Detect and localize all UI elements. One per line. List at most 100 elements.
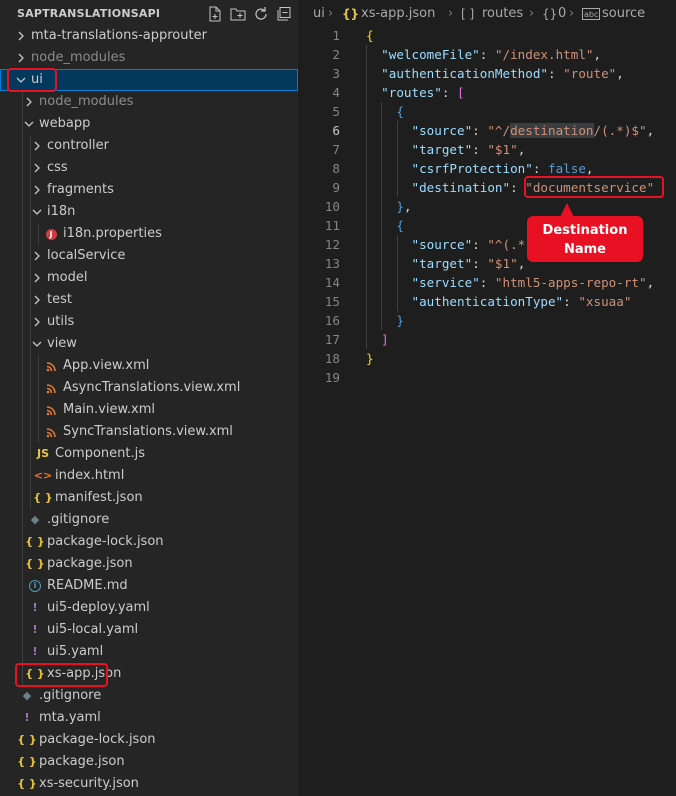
- breadcrumb-folder[interactable]: ui: [313, 0, 325, 28]
- indent-guide: [30, 289, 31, 311]
- tree-file[interactable]: ! ui5.yaml: [0, 641, 298, 663]
- chevron-right-icon[interactable]: [16, 31, 26, 41]
- chevron-right-icon[interactable]: [32, 273, 42, 283]
- breadcrumb-index[interactable]: 0: [558, 0, 566, 28]
- code-token: "source": [411, 237, 473, 252]
- breadcrumb-routes[interactable]: routes: [482, 0, 523, 28]
- tree-item-label: view: [47, 336, 77, 351]
- tree-folder[interactable]: utils: [0, 311, 298, 333]
- new-folder-icon[interactable]: [229, 5, 246, 22]
- indent-guide: [22, 377, 23, 399]
- indent-guide: [22, 311, 23, 333]
- tree-folder[interactable]: css: [0, 157, 298, 179]
- tree-folder[interactable]: controller: [0, 135, 298, 157]
- callout-line-1: Destination: [542, 223, 628, 238]
- indent-guide: [22, 333, 23, 355]
- tree-file[interactable]: ◆ .gitignore: [0, 685, 298, 707]
- line-number: 7: [332, 142, 340, 157]
- code-editor[interactable]: 1{2 "welcomeFile": "/index.html", 3 "auth…: [298, 26, 676, 387]
- tree-file[interactable]: { } xs-security.json: [0, 773, 298, 795]
- tree-file[interactable]: App.view.xml: [0, 355, 298, 377]
- tree-item-label: package-lock.json: [47, 534, 164, 549]
- line-number: 10: [324, 199, 340, 214]
- code-line[interactable]: 18}: [298, 349, 676, 368]
- tree-file[interactable]: ! mta.yaml: [0, 707, 298, 729]
- tree-file[interactable]: { } package-lock.json: [0, 729, 298, 751]
- code-line[interactable]: 17 ]: [298, 330, 676, 349]
- tree-folder[interactable]: webapp: [0, 113, 298, 135]
- chevron-right-icon[interactable]: [32, 317, 42, 327]
- code-token: :: [472, 123, 488, 138]
- chevron-right-icon[interactable]: [16, 53, 26, 63]
- breadcrumb-source[interactable]: source: [602, 0, 645, 28]
- code-token: ]: [381, 332, 389, 347]
- code-line[interactable]: 5 {: [298, 102, 676, 121]
- chevron-right-icon[interactable]: [32, 251, 42, 261]
- tree-folder[interactable]: i18n: [0, 201, 298, 223]
- chevron-right-icon[interactable]: [24, 97, 34, 107]
- tree-item-label: i18n: [47, 204, 76, 219]
- code-line[interactable]: 2 "welcomeFile": "/index.html",: [298, 45, 676, 64]
- tree-folder[interactable]: fragments: [0, 179, 298, 201]
- tree-folder[interactable]: view: [0, 333, 298, 355]
- callout-line-2: Name: [563, 242, 606, 257]
- tree-folder[interactable]: test: [0, 289, 298, 311]
- tree-file[interactable]: AsyncTranslations.view.xml: [0, 377, 298, 399]
- chevron-right-icon[interactable]: [32, 185, 42, 195]
- tree-item-label: node_modules: [31, 50, 126, 65]
- chevron-down-icon[interactable]: [32, 339, 42, 349]
- tree-file[interactable]: SyncTranslations.view.xml: [0, 421, 298, 443]
- code-line[interactable]: 19: [298, 368, 676, 387]
- tree-file[interactable]: ! ui5-local.yaml: [0, 619, 298, 641]
- chevron-right-icon[interactable]: [32, 295, 42, 305]
- indent-guide: [38, 223, 39, 245]
- line-text: "source": "^/destination/(.*)$",: [366, 121, 654, 140]
- tree-folder[interactable]: localService: [0, 245, 298, 267]
- tree-file[interactable]: Main.view.xml: [0, 399, 298, 421]
- tree-folder[interactable]: model: [0, 267, 298, 289]
- indent-guide: [30, 245, 31, 267]
- tree-folder[interactable]: node_modules: [0, 47, 298, 69]
- line-text: "service": "html5-apps-repo-rt",: [366, 273, 655, 292]
- code-line[interactable]: 3 "authenticationMethod": "route",: [298, 64, 676, 83]
- line-text: "target": "$1",: [366, 254, 526, 273]
- chevron-right-icon[interactable]: [32, 163, 42, 173]
- collapse-all-icon[interactable]: [275, 5, 292, 22]
- code-line[interactable]: 10 },: [298, 197, 676, 216]
- json-file-icon: { }: [17, 755, 37, 768]
- indent-guide: [30, 157, 31, 179]
- breadcrumb-file[interactable]: xs-app.json: [361, 0, 435, 28]
- tree-file[interactable]: ◆ .gitignore: [0, 509, 298, 531]
- tree-file[interactable]: i README.md: [0, 575, 298, 597]
- tree-file[interactable]: ! ui5-deploy.yaml: [0, 597, 298, 619]
- code-line[interactable]: 15 "authenticationType": "xsuaa": [298, 292, 676, 311]
- line-number: 8: [332, 161, 340, 176]
- code-line[interactable]: 6 "source": "^/destination/(.*)$",: [298, 121, 676, 140]
- chevron-down-icon[interactable]: [24, 119, 34, 129]
- properties-file-icon: J: [44, 227, 58, 241]
- chevron-down-icon[interactable]: [32, 207, 42, 217]
- tree-item-label: mta-translations-approuter: [31, 28, 207, 43]
- refresh-icon[interactable]: [252, 5, 269, 22]
- chevron-right-icon[interactable]: [32, 141, 42, 151]
- tree-file[interactable]: { } package-lock.json: [0, 531, 298, 553]
- code-line[interactable]: 4 "routes": [: [298, 83, 676, 102]
- code-line[interactable]: 1{: [298, 26, 676, 45]
- new-file-icon[interactable]: [206, 5, 223, 22]
- tree-folder[interactable]: node_modules: [0, 91, 298, 113]
- tree-file[interactable]: { } manifest.json: [0, 487, 298, 509]
- tree-file[interactable]: { } package.json: [0, 553, 298, 575]
- tree-file[interactable]: Ji18n.properties: [0, 223, 298, 245]
- chevron-right-icon: ›: [529, 6, 535, 21]
- line-number: 5: [332, 104, 340, 119]
- line-text: "welcomeFile": "/index.html",: [366, 45, 601, 64]
- tree-file[interactable]: <> index.html: [0, 465, 298, 487]
- tree-folder[interactable]: mta-translations-approuter: [0, 25, 298, 47]
- tree-file[interactable]: JS Component.js: [0, 443, 298, 465]
- tree-file[interactable]: { } package.json: [0, 751, 298, 773]
- code-line[interactable]: 7 "target": "$1",: [298, 140, 676, 159]
- code-line[interactable]: 14 "service": "html5-apps-repo-rt",: [298, 273, 676, 292]
- code-line[interactable]: 16 }: [298, 311, 676, 330]
